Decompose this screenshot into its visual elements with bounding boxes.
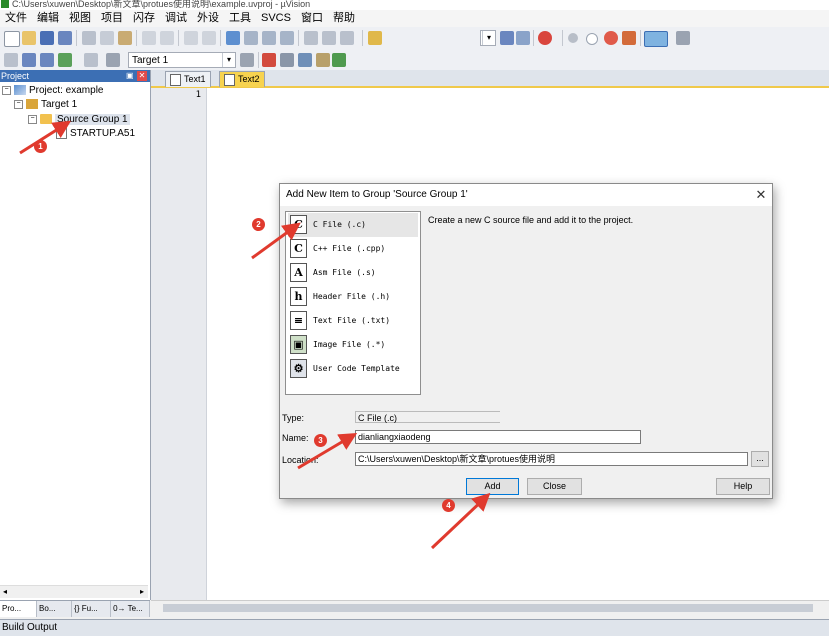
annotation-badge-4: 4 bbox=[442, 499, 455, 512]
annotation-badge-3: 3 bbox=[314, 434, 327, 447]
annotation-badge-1: 1 bbox=[34, 140, 47, 153]
annotation-arrows bbox=[19, 120, 491, 550]
annotation-badge-2: 2 bbox=[252, 218, 265, 231]
annotation-arrow-4 bbox=[430, 492, 491, 550]
